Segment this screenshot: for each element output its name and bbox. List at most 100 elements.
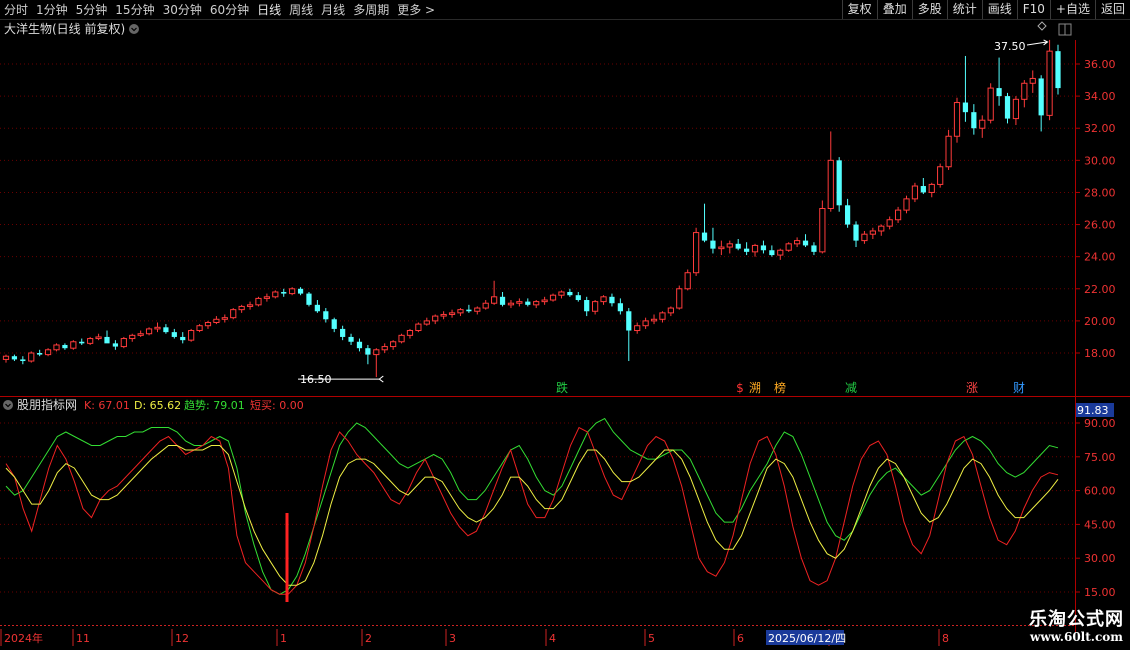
price-tick-label: 24.00 [1084, 251, 1116, 264]
candle-body [129, 334, 136, 340]
candle-body [558, 291, 565, 296]
indicator-legend: 股朋指标网 K: 67.01 D: 65.62 趋势: 79.01 短买: 0.… [3, 397, 304, 412]
candle-body [221, 317, 228, 320]
candle-body [1004, 96, 1011, 119]
tool-button[interactable]: 多股 [911, 0, 947, 19]
tool-button[interactable]: 叠加 [876, 0, 912, 19]
candle-body [693, 232, 700, 274]
indicator-tick-label: 90.00 [1084, 417, 1116, 430]
candle-body [44, 349, 52, 356]
candle-body [415, 323, 422, 332]
event-tag[interactable]: 减 [845, 381, 857, 395]
period-tab[interactable]: 30分钟 [159, 1, 206, 18]
price-tick-label: 34.00 [1084, 90, 1116, 103]
candle-body [37, 353, 43, 355]
candle-body [903, 198, 910, 211]
candle-body [466, 309, 472, 312]
candle-body [962, 102, 969, 113]
candle-body [70, 341, 77, 349]
candle-body [650, 318, 658, 322]
candle-body [886, 219, 893, 227]
tool-button[interactable]: +自选 [1049, 0, 1095, 19]
candle-body [255, 297, 262, 306]
candle-body [549, 294, 557, 301]
candle-body [1046, 50, 1053, 116]
d-line [5, 445, 1059, 586]
candle-body [953, 102, 961, 137]
period-tab[interactable]: 60分钟 [206, 1, 253, 18]
time-label: 3 [449, 632, 456, 645]
candle-body [1012, 98, 1020, 120]
candle-body [373, 349, 380, 356]
k-value: K: 67.01 [84, 399, 130, 412]
candle-body [701, 232, 708, 241]
time-label: 6 [737, 632, 744, 645]
candle-body [718, 246, 725, 250]
candle-body [289, 288, 296, 295]
event-tag[interactable]: 涨 [966, 380, 978, 395]
candle-body [710, 240, 716, 249]
period-tab[interactable]: 周线 [285, 1, 317, 18]
chevron-down-icon[interactable] [129, 24, 139, 34]
period-tab[interactable]: 多周期 [349, 1, 393, 18]
candle-body [163, 327, 169, 333]
candle-body [281, 291, 287, 294]
candle-body [306, 293, 312, 305]
period-tab[interactable]: 1分钟 [32, 1, 72, 18]
low-label: 16.50 [300, 373, 332, 386]
event-tag[interactable]: 溯 [749, 380, 761, 395]
candle-body [297, 288, 304, 294]
high-annotation: 37.50 [994, 39, 1049, 53]
candle-body [894, 209, 902, 221]
candle-body [987, 87, 994, 121]
event-tag[interactable]: $ [736, 381, 744, 395]
candle-body [878, 225, 885, 232]
candle-body [390, 341, 397, 348]
candle-body [735, 243, 741, 249]
candle-body [928, 183, 935, 193]
period-tab[interactable]: 月线 [317, 1, 349, 18]
event-tag[interactable]: 跌 [556, 380, 568, 395]
tool-button[interactable]: 返回 [1094, 0, 1130, 19]
price-tick-label: 32.00 [1084, 122, 1116, 135]
period-tab[interactable]: 5分钟 [72, 1, 112, 18]
price-tick-label: 26.00 [1084, 219, 1116, 232]
price-tick-label: 30.00 [1084, 154, 1116, 167]
tool-button[interactable]: 复权 [841, 0, 877, 19]
candle-body [79, 341, 85, 344]
candle-body [323, 311, 329, 320]
event-tag[interactable]: 榜 [774, 380, 786, 395]
time-label: 2 [365, 632, 372, 645]
tool-button[interactable]: F10 [1016, 0, 1050, 19]
price-axis: 36.00 34.00 32.00 30.00 28.00 26.00 24.00 22.00… [1075, 58, 1116, 360]
candle-body [120, 338, 127, 348]
candle-body [204, 321, 212, 327]
trend-value: 趋势: 79.01 [184, 399, 245, 412]
period-tab[interactable]: 分时 [0, 1, 32, 18]
period-tab[interactable]: 日线 [253, 1, 285, 18]
candle-body [1029, 77, 1036, 84]
indicator-menu-icon[interactable] [3, 400, 13, 410]
candle-body [751, 244, 759, 253]
candle-body [356, 341, 363, 349]
candle-body [541, 299, 548, 303]
candle-body [760, 245, 767, 251]
candle-body [104, 336, 110, 344]
candle-body [87, 338, 94, 344]
candle-body [617, 303, 623, 312]
event-tag[interactable]: 财 [1013, 381, 1025, 395]
candle-body [836, 160, 842, 206]
cursor-date: 2025/06/12/四 [768, 632, 846, 645]
tool-button[interactable]: 画线 [981, 0, 1017, 19]
period-tab[interactable]: 更多 > [393, 1, 439, 18]
candle-body [827, 159, 834, 209]
period-tab[interactable]: 15分钟 [111, 1, 158, 18]
tool-button[interactable]: 统计 [946, 0, 982, 19]
chart-area[interactable]: 大洋生物(日线 前复权) 36.0034.0032.0030.0028.0026… [0, 20, 1130, 650]
high-label: 37.50 [994, 40, 1026, 53]
price-tick-label: 20.00 [1084, 315, 1116, 328]
price-tick-label: 18.00 [1084, 347, 1116, 360]
time-label: 5 [648, 632, 655, 645]
candle-body [769, 250, 775, 256]
candle-body [62, 344, 68, 349]
